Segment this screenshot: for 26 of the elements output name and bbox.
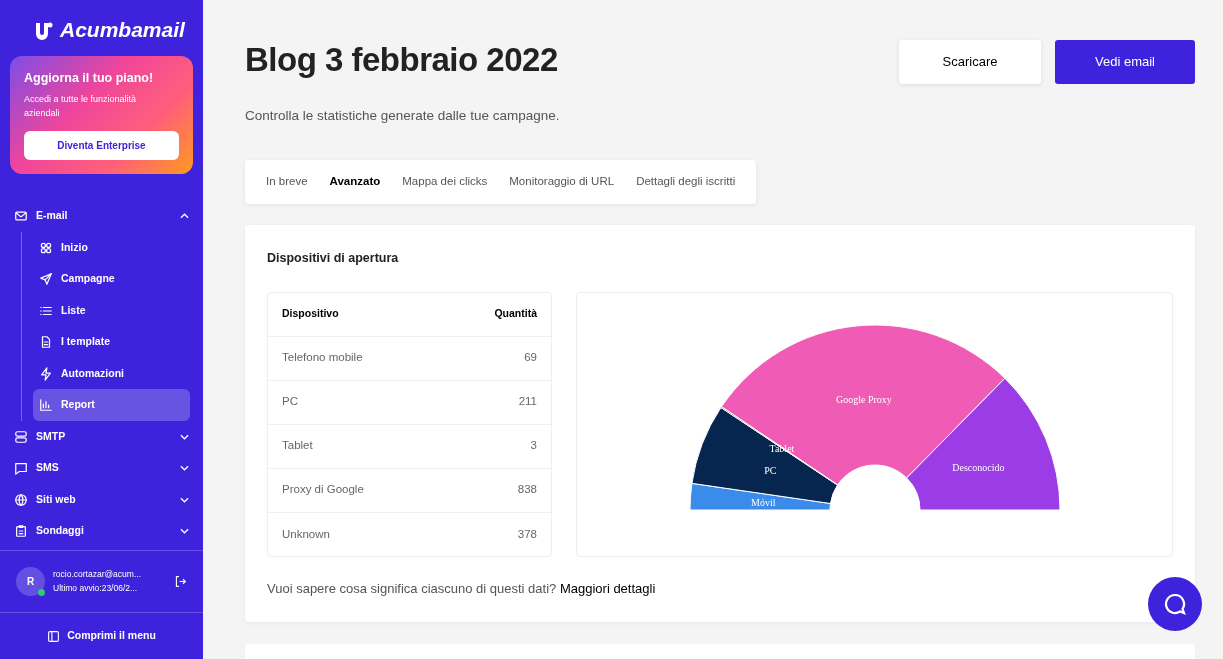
column-header: Dispositivo bbox=[282, 306, 339, 322]
column-header: Quantità bbox=[494, 306, 537, 322]
slice-label: Tablet bbox=[769, 442, 795, 454]
table-cell-text: Telefono mobile bbox=[282, 350, 363, 366]
table-cell-text: PC bbox=[282, 394, 298, 410]
slice-label: Google Proxy bbox=[835, 393, 892, 405]
user-email: rocio.cortazar@acum... bbox=[53, 567, 141, 581]
table-cell-text: Tablet bbox=[282, 438, 313, 454]
table-cell-text: 838 bbox=[517, 482, 537, 498]
page-title: Blog 3 febbraio 2022 bbox=[245, 40, 559, 80]
table-cell-text: Proxy di Google bbox=[282, 482, 364, 498]
slice-label: Desconocido bbox=[952, 461, 1005, 473]
table-cell-text: Unknown bbox=[282, 526, 330, 542]
table-cell-text: 211 bbox=[518, 394, 537, 410]
promo-title: Aggiorna il tuo piano! bbox=[24, 70, 155, 86]
promo-text: Accedi a tutte le funzionalità aziendali bbox=[24, 92, 138, 120]
page-subtitle: Controlla le statistiche generate dalle tue campagne. bbox=[245, 106, 560, 125]
slice-label: Móvil bbox=[751, 496, 776, 508]
slice-label: PC bbox=[764, 464, 777, 476]
last-login: Ultimo avvio:23/06/2... bbox=[53, 581, 139, 595]
avatar: R bbox=[16, 567, 45, 596]
table-cell-text: 69 bbox=[524, 350, 537, 366]
table-cell-text: 378 bbox=[517, 526, 537, 542]
section-title: Dispositivi di apertura bbox=[267, 249, 400, 267]
logo-text: Acumbamail bbox=[60, 17, 185, 43]
table-cell-text: 3 bbox=[530, 438, 537, 454]
